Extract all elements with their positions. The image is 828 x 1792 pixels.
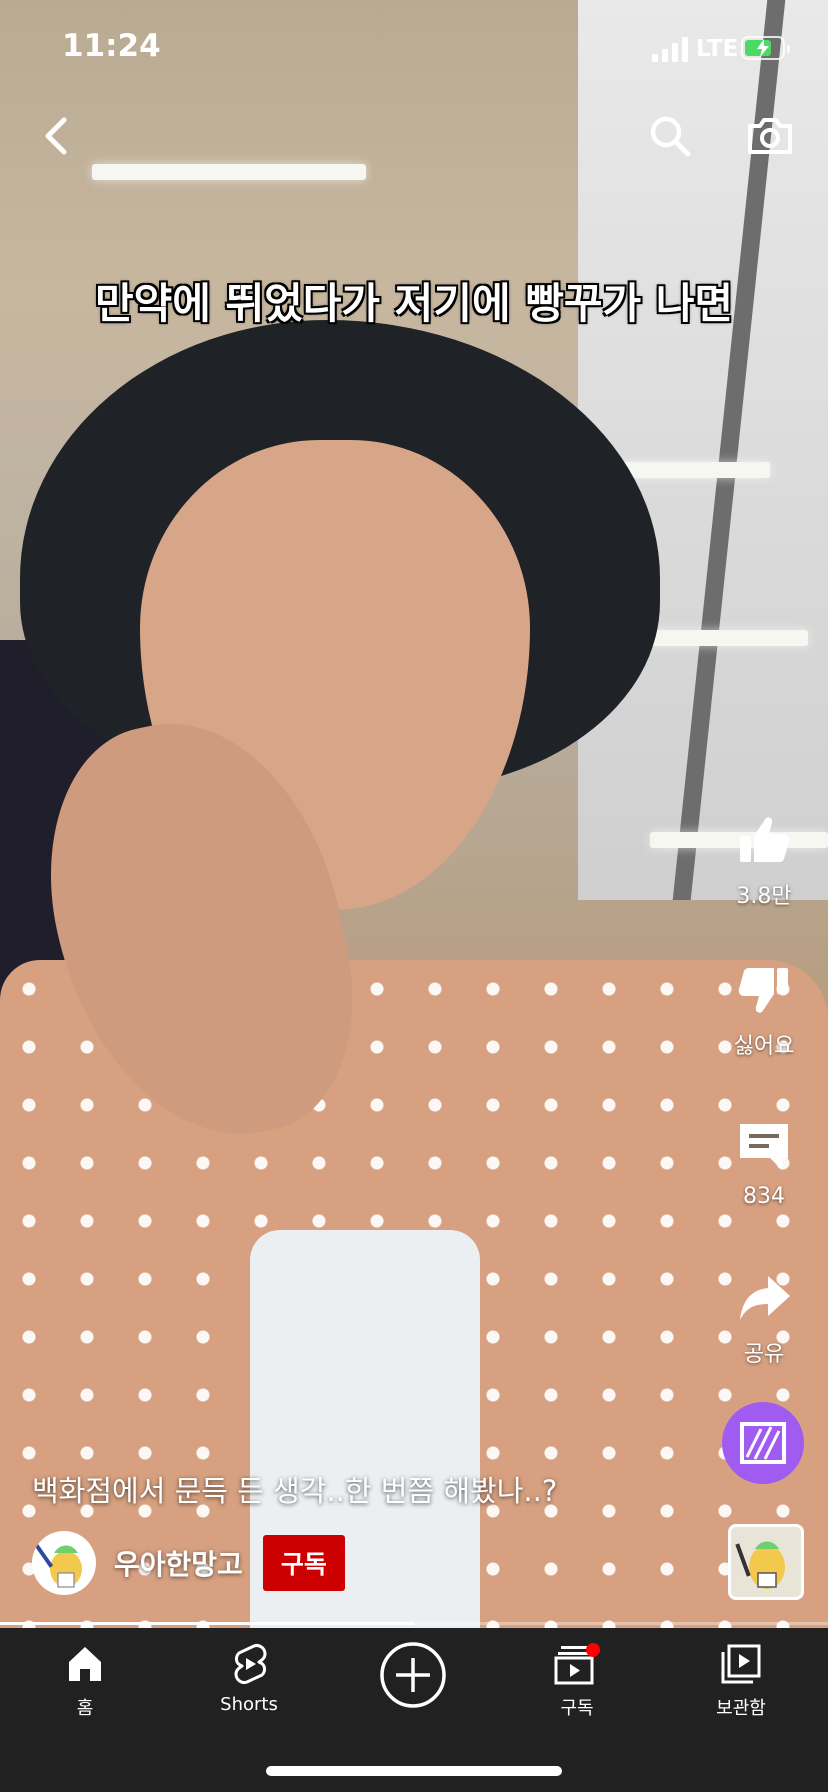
subscriptions-icon [554,1643,600,1685]
battery-icon [741,36,790,60]
video-caption-overlay: 만약에 뛰었다가 저기에 빵꾸가 나면 [94,279,734,328]
share-button[interactable]: 공유 [724,1270,804,1368]
nav-home-label: 홈 [76,1698,94,1719]
remix-button[interactable] [722,1402,804,1484]
remix-icon [740,1422,786,1464]
search-button[interactable] [640,106,700,166]
nav-library-label: 보관함 [716,1698,766,1719]
channel-name[interactable]: 우아한망고 [114,1543,243,1583]
comment-count: 834 [743,1184,785,1209]
subscribe-button[interactable]: 구독 [262,1535,345,1591]
plus-circle-icon [380,1642,446,1708]
home-indicator[interactable] [266,1766,562,1776]
shorts-icon [234,1644,267,1684]
create-button[interactable] [348,1640,478,1714]
status-time: 11:24 [62,28,161,64]
thumbs-up-icon [740,817,790,862]
ceiling-light [648,630,808,646]
mango-mascot-icon [34,1544,82,1588]
back-button[interactable] [30,106,90,166]
like-count: 3.8만 [736,884,792,909]
notification-dot [586,1643,600,1657]
sound-thumbnail[interactable] [728,1524,804,1600]
dislike-button[interactable]: 싫어요 [724,962,804,1060]
shorts-player-screen: 11:24 LTE 만약에 뛰었다가 저기에 빵꾸가 나면 3.8만 싫어요 8… [0,0,828,1792]
comment-button[interactable]: 834 [724,1118,804,1209]
nav-shorts-label: Shorts [220,1694,278,1715]
video-title[interactable]: 백화점에서 문득 든 생각..한 번쯤 해봤나..? [32,1468,557,1510]
nav-subscriptions-label: 구독 [560,1698,594,1719]
nav-home[interactable]: 홈 [20,1642,150,1720]
share-label: 공유 [743,1342,785,1367]
nav-library[interactable]: 보관함 [676,1642,806,1720]
status-bar: 11:24 LTE [0,0,828,100]
camera-button[interactable] [740,106,800,166]
ceiling-light [620,462,770,478]
search-icon [650,116,691,157]
ceiling-light [92,164,366,180]
thumbs-down-icon [738,968,788,1013]
share-icon [740,1276,790,1320]
chevron-left-icon [45,117,67,155]
library-icon [721,1644,761,1684]
nav-subscriptions[interactable]: 구독 [512,1642,642,1720]
camera-icon [748,118,792,154]
progress-played [0,1622,414,1625]
like-button[interactable]: 3.8만 [724,812,804,910]
nav-shorts[interactable]: Shorts [184,1642,314,1715]
channel-row: 우아한망고 구독 [32,1530,345,1596]
video-progress-bar[interactable] [0,1622,828,1625]
mango-mascot-icon [735,1541,785,1589]
comment-icon [740,1124,788,1170]
dislike-label: 싫어요 [733,1034,795,1059]
signal-icon [652,36,690,62]
home-icon [69,1647,101,1681]
network-type: LTE [696,36,739,62]
video-frame[interactable] [0,0,828,1628]
channel-avatar[interactable] [32,1531,96,1595]
